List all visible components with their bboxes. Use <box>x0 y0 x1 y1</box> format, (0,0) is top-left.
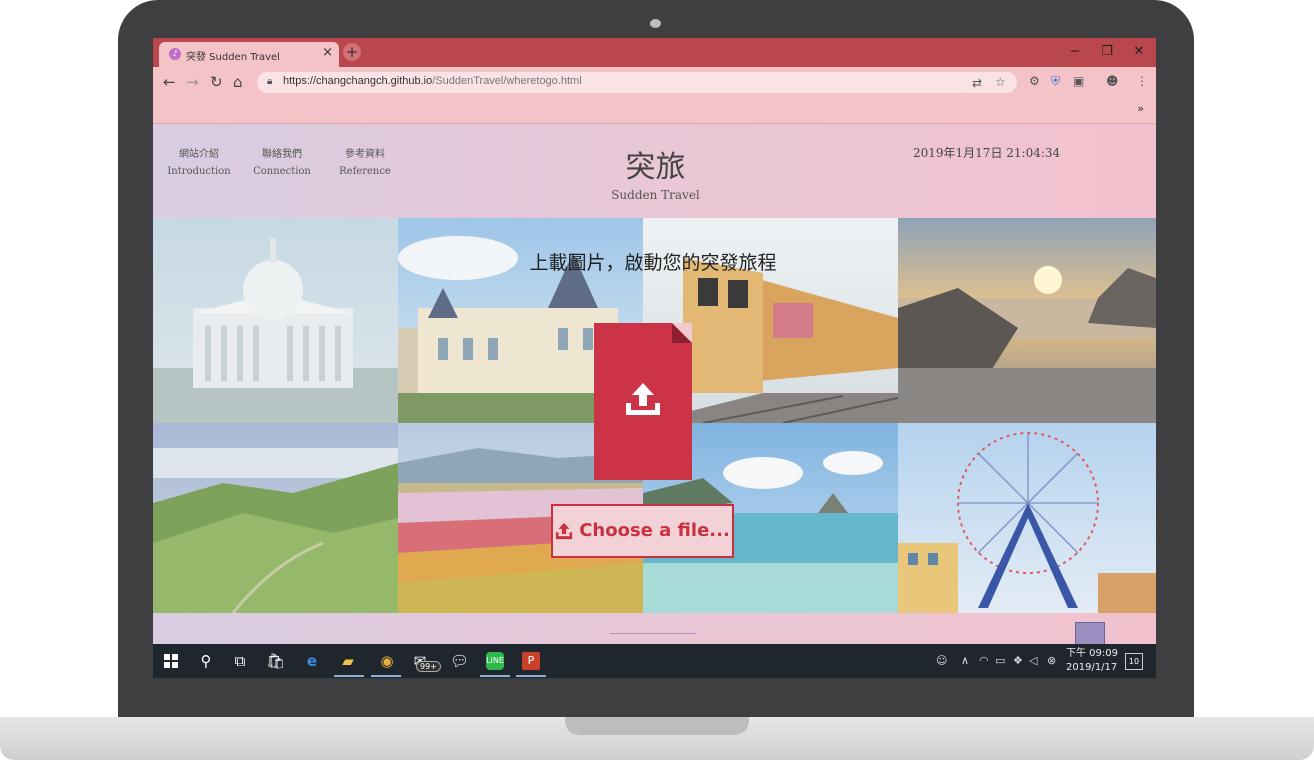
browser-titlebar: ♪ 突發 Sudden Travel × + − ❐ ✕ <box>153 38 1156 67</box>
webcam <box>650 19 661 28</box>
nav-introduction-en: Introduction <box>167 166 231 177</box>
line-icon[interactable]: LINE <box>486 652 504 670</box>
volume-icon[interactable]: ◁ <box>1029 654 1037 667</box>
edge-icon[interactable]: e <box>303 652 321 670</box>
search-icon[interactable]: ⚲ <box>197 652 215 670</box>
upload-icon <box>626 383 660 415</box>
nav-introduction[interactable]: 網站介紹 Introduction <box>167 146 231 180</box>
nav-reference-en: Reference <box>339 166 391 177</box>
notification-center-icon[interactable]: 10 <box>1125 653 1143 670</box>
chrome-icon[interactable]: ◉ <box>378 652 396 670</box>
photo-museum <box>153 218 398 423</box>
nav-introduction-zh: 網站介紹 <box>179 149 219 160</box>
restore-button[interactable]: ❐ <box>1091 38 1123 67</box>
powerpoint-active-indicator <box>516 675 546 677</box>
choose-file-label: Choose a file... <box>579 520 730 541</box>
screen: ♪ 突發 Sudden Travel × + − ❐ ✕ ← → ↻ ⌂ 🔒︎ … <box>153 38 1156 678</box>
lock-icon: 🔒︎ <box>267 76 273 87</box>
windows-start-icon[interactable] <box>164 654 178 668</box>
people-icon[interactable]: ☺ <box>936 654 947 667</box>
file-explorer-active-indicator <box>334 675 364 677</box>
nav-reference[interactable]: 參考資料 Reference <box>333 146 397 180</box>
forward-icon[interactable]: → <box>186 73 199 91</box>
input-method-icon[interactable]: ⊗ <box>1047 654 1056 667</box>
tray-expand-icon[interactable]: ∧ <box>961 654 969 667</box>
choose-file-button[interactable]: Choose a file... <box>551 504 734 558</box>
shield-extension-icon[interactable]: ⛨ <box>1051 74 1060 89</box>
chrome-active-indicator <box>371 675 401 677</box>
upload-heading: 上載圖片，啟動您的突發旅程 <box>529 252 777 274</box>
home-icon[interactable]: ⌂ <box>233 73 243 91</box>
minimize-button[interactable]: − <box>1059 38 1091 67</box>
web-page: 網站介紹 Introduction 聯絡我們 Connection 參考資料 R… <box>153 124 1156 646</box>
file-corner-fold <box>672 323 692 343</box>
nav-connection-en: Connection <box>253 166 311 177</box>
task-view-icon[interactable]: ⧉ <box>231 652 249 670</box>
tab-close-icon[interactable]: × <box>322 45 333 60</box>
browser-toolbar: ← → ↻ ⌂ 🔒︎ https://changchangch.github.i… <box>153 67 1156 97</box>
file-explorer-icon[interactable]: ▰ <box>339 652 357 670</box>
footer-divider <box>610 633 696 634</box>
photo-ferris-wheel <box>898 423 1156 613</box>
tab-favicon-icon: ♪ <box>169 48 181 60</box>
system-clock[interactable]: 下午 09:09 2019/1/17 <box>1066 647 1118 675</box>
photo-sunset-coast <box>898 218 1156 423</box>
line-active-indicator <box>480 675 510 677</box>
upload-small-icon <box>556 522 573 540</box>
clock-date: 2019/1/17 <box>1066 662 1118 673</box>
bookmarks-overflow-icon[interactable]: » <box>1137 102 1144 115</box>
new-tab-button[interactable]: + <box>343 43 361 61</box>
dropbox-icon[interactable]: ❖ <box>1013 654 1023 667</box>
windows-taskbar: ⚲ ⧉ 🛍︎ e ▰ ◉ ✉ 99+ 💬︎ LINE P ☺ ∧ ◠ ▭ ❖ ◁… <box>153 644 1156 678</box>
url-text: https://changchangch.github.io/SuddenTra… <box>283 75 582 87</box>
close-window-button[interactable]: ✕ <box>1123 38 1155 67</box>
page-footer <box>153 613 1156 646</box>
extension-icon[interactable]: ⚙ <box>1029 74 1040 88</box>
wechat-icon[interactable]: 💬︎ <box>450 652 469 670</box>
address-bar[interactable]: 🔒︎ https://changchangch.github.io/Sudden… <box>257 72 1017 93</box>
clock-time: 下午 09:09 <box>1066 648 1118 659</box>
site-subtitle: Sudden Travel <box>611 188 700 202</box>
laptop-notch <box>565 717 749 735</box>
nav-connection[interactable]: 聯絡我們 Connection <box>250 146 314 180</box>
footer-image <box>1075 622 1105 646</box>
store-icon[interactable]: 🛍︎ <box>266 652 285 670</box>
photo-mountain <box>153 423 398 613</box>
wifi-icon[interactable]: ◠ <box>979 654 989 667</box>
site-header: 網站介紹 Introduction 聯絡我們 Connection 參考資料 R… <box>153 124 1156 218</box>
battery-icon[interactable]: ▭ <box>995 654 1005 667</box>
current-datetime: 2019年1月17日 21:04:34 <box>913 146 1061 160</box>
back-icon[interactable]: ← <box>163 73 176 91</box>
extension-box-icon[interactable]: ▣ <box>1073 74 1084 88</box>
bookmark-star-icon[interactable]: ☆ <box>995 75 1006 89</box>
tab-title: 突發 Sudden Travel <box>186 52 280 63</box>
browser-tab[interactable]: ♪ 突發 Sudden Travel × <box>159 42 339 67</box>
file-upload-graphic[interactable] <box>594 323 692 480</box>
nav-connection-zh: 聯絡我們 <box>262 149 302 160</box>
mail-badge: 99+ <box>416 661 441 672</box>
menu-icon[interactable]: ⋮ <box>1136 74 1148 88</box>
powerpoint-icon[interactable]: P <box>522 652 540 670</box>
profile-icon[interactable]: ☻ <box>1106 74 1119 88</box>
nav-reference-zh: 參考資料 <box>345 149 385 160</box>
bookmarks-bar: » <box>153 97 1156 124</box>
site-title: 突旅 <box>625 150 686 185</box>
reload-icon[interactable]: ↻ <box>210 73 223 91</box>
translate-icon[interactable]: ⇄ <box>972 76 982 90</box>
